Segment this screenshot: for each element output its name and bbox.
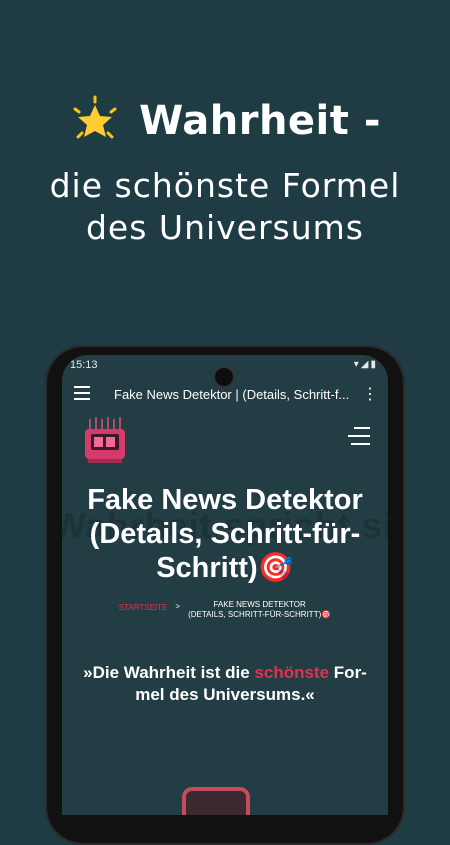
status-time: 15:13: [70, 359, 98, 371]
quote-line2: mel des Universums.«: [135, 685, 315, 704]
quote-highlight: schönste: [254, 663, 330, 682]
breadcrumb-current-line2: (DETAILS, SCHRITT-FÜR-SCHRITT)🎯: [188, 610, 332, 619]
menu-icon[interactable]: [74, 386, 90, 400]
page-title-line1: Fake News Detektor: [87, 484, 363, 516]
headline-title: Wahrheit -: [139, 98, 381, 144]
headline-line2: die schönste Formel: [49, 166, 401, 205]
system-status-icons: ▾◢▮: [353, 359, 378, 370]
quote-part1: »Die Wahrheit ist die: [83, 663, 255, 682]
target-emoji-icon: 🎯: [257, 552, 294, 584]
headline-line1: Wahrheit -: [0, 95, 450, 147]
site-logo[interactable]: [82, 417, 128, 465]
quote-text: »Die Wahrheit ist die schönste For- mel …: [78, 662, 372, 706]
page-title-line2: (Details, Schritt-für-: [89, 518, 361, 550]
page-title: Fake News Detektor (Details, Schritt-für…: [62, 483, 388, 585]
headline-line3: des Universums: [85, 208, 365, 247]
headline: Wahrheit - die schönste Formel des Unive…: [0, 95, 450, 249]
partial-illustration: [182, 787, 250, 815]
front-camera: [213, 366, 235, 388]
more-options-icon[interactable]: ⋮: [362, 384, 378, 404]
phone-screen: 15:13 ▾◢▮ Fake News Detektor | (Details,…: [62, 355, 388, 815]
breadcrumb-separator: >: [175, 602, 181, 611]
breadcrumb-current-line1: FAKE NEWS DETEKTOR: [213, 600, 306, 609]
glowing-star-icon: [73, 95, 117, 139]
breadcrumb: STARTSEITE > FAKE NEWS DETEKTOR (DETAILS…: [62, 600, 388, 620]
hamburger-menu-icon[interactable]: [346, 425, 372, 447]
page-title-line3-text: Schritt): [156, 552, 258, 584]
breadcrumb-home-link[interactable]: STARTSEITE: [119, 603, 168, 612]
app-bar-title: Fake News Detektor | (Details, Schritt-f…: [114, 387, 350, 402]
breadcrumb-current: FAKE NEWS DETEKTOR (DETAILS, SCHRITT-FÜR…: [188, 600, 331, 620]
page-title-line3: Schritt)🎯: [62, 551, 388, 585]
quote-part2: For-: [329, 663, 367, 682]
